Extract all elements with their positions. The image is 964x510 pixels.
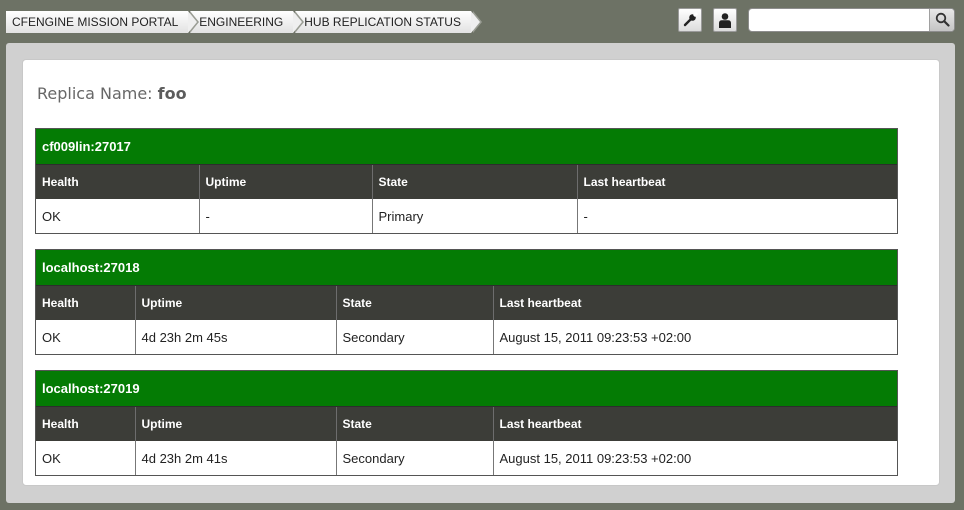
node-status-table: Health Uptime State Last heartbeat OK 4d… — [36, 286, 897, 354]
search-input[interactable] — [755, 11, 925, 29]
node-status-table: Health Uptime State Last heartbeat OK 4d… — [36, 407, 897, 475]
node-table: cf009lin:27017 Health Uptime State Last … — [35, 128, 898, 234]
state-cell: Secondary — [336, 441, 494, 475]
column-header-health: Health — [36, 407, 136, 441]
replica-name: foo — [157, 84, 187, 103]
health-cell: OK — [36, 199, 200, 233]
column-header-heartbeat: Last heartbeat — [493, 407, 897, 441]
breadcrumb-item-hub-replication-status[interactable]: HUB REPLICATION STATUS — [295, 11, 482, 33]
column-header-uptime: Uptime — [135, 286, 337, 320]
table-row: OK 4d 23h 2m 45s Secondary August 15, 20… — [36, 320, 897, 354]
column-header-uptime: Uptime — [199, 165, 373, 199]
health-cell: OK — [36, 320, 136, 354]
uptime-cell: 4d 23h 2m 41s — [135, 441, 337, 475]
search-box — [748, 8, 955, 32]
state-cell: Secondary — [336, 320, 494, 354]
table-header-row: Health Uptime State Last heartbeat — [36, 165, 897, 199]
table-row: OK 4d 23h 2m 41s Secondary August 15, 20… — [36, 441, 897, 475]
node-status-table: Health Uptime State Last heartbeat OK - … — [36, 165, 897, 233]
breadcrumb: CFENGINE MISSION PORTAL ENGINEERING HUB … — [6, 11, 482, 33]
breadcrumb-label: HUB REPLICATION STATUS — [304, 15, 461, 29]
column-header-health: Health — [36, 286, 136, 320]
breadcrumb-item-engineering[interactable]: ENGINEERING — [190, 11, 305, 33]
table-header-row: Health Uptime State Last heartbeat — [36, 286, 897, 320]
column-header-uptime: Uptime — [135, 407, 337, 441]
heartbeat-cell: August 15, 2011 09:23:53 +02:00 — [499, 450, 692, 466]
heartbeat-cell: August 15, 2011 09:23:53 +02:00 — [499, 329, 692, 345]
health-cell: OK — [36, 441, 136, 475]
breadcrumb-label: CFENGINE MISSION PORTAL — [12, 15, 179, 29]
node-table: localhost:27019 Health Uptime State Last… — [35, 370, 898, 476]
settings-button[interactable] — [678, 8, 702, 32]
table-header-row: Health Uptime State Last heartbeat — [36, 407, 897, 441]
uptime-cell: - — [199, 199, 373, 233]
top-bar: CFENGINE MISSION PORTAL ENGINEERING HUB … — [0, 0, 964, 42]
search-icon — [935, 12, 950, 27]
uptime-cell: 4d 23h 2m 45s — [135, 320, 337, 354]
breadcrumb-item-portal[interactable]: CFENGINE MISSION PORTAL — [6, 11, 200, 33]
table-row: OK - Primary - — [36, 199, 897, 233]
state-cell: Primary — [372, 199, 578, 233]
column-header-heartbeat: Last heartbeat — [577, 165, 897, 199]
node-table: localhost:27018 Health Uptime State Last… — [35, 249, 898, 355]
column-header-heartbeat: Last heartbeat — [493, 286, 897, 320]
breadcrumb-label: ENGINEERING — [199, 15, 284, 29]
user-button[interactable] — [713, 8, 737, 32]
wrench-icon — [683, 12, 698, 27]
user-icon — [719, 13, 731, 28]
node-host: localhost:27019 — [36, 371, 897, 407]
column-header-state: State — [336, 407, 494, 441]
column-header-state: State — [372, 165, 578, 199]
replica-label: Replica Name: — [37, 84, 153, 103]
node-host: cf009lin:27017 — [36, 129, 897, 165]
search-button[interactable] — [929, 9, 954, 31]
column-header-health: Health — [36, 165, 200, 199]
node-host: localhost:27018 — [36, 250, 897, 286]
heartbeat-cell: - — [583, 208, 588, 224]
replica-title: Replica Name: foo — [37, 84, 187, 103]
column-header-state: State — [336, 286, 494, 320]
